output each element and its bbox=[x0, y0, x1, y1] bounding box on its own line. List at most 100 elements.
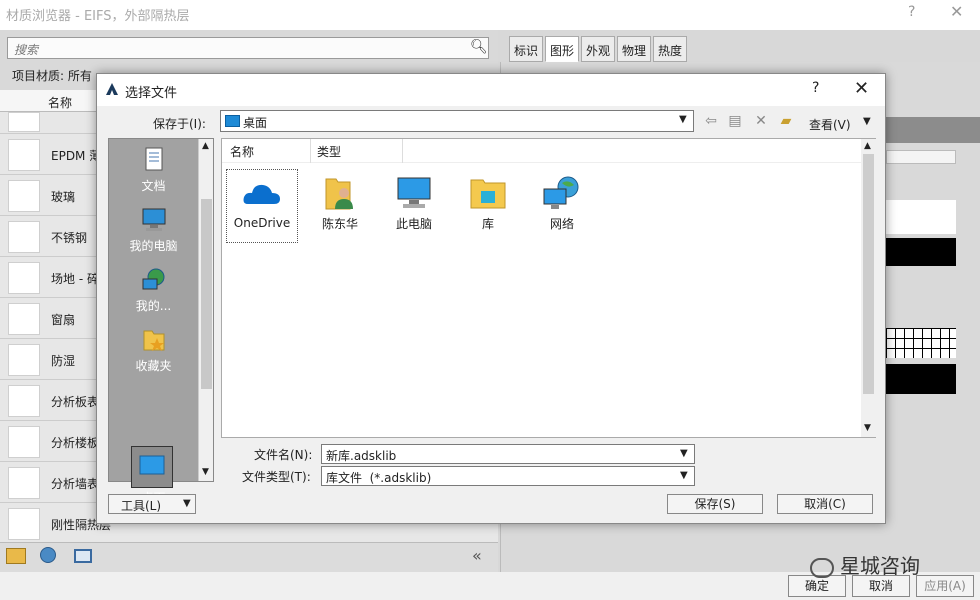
place-my-network[interactable]: 我的... bbox=[109, 267, 198, 314]
help-button[interactable]: ? bbox=[812, 80, 819, 96]
desktop-icon bbox=[225, 115, 240, 127]
file-list: 名称 类型 OneDrive 陈东华 此电脑 库 网络 ▲ ▼ bbox=[221, 138, 876, 438]
scrollbar-thumb[interactable] bbox=[201, 199, 212, 389]
material-swatch bbox=[8, 385, 40, 417]
desktop-icon bbox=[139, 455, 165, 475]
wechat-icon bbox=[810, 557, 834, 578]
surface-pattern[interactable] bbox=[886, 328, 956, 358]
column-separator[interactable] bbox=[310, 139, 311, 163]
file-item-library[interactable]: 库 bbox=[452, 169, 524, 243]
back-icon[interactable]: ⇦ bbox=[701, 113, 721, 133]
tab-appearance[interactable]: 外观 bbox=[581, 36, 616, 62]
watermark-text: 星城咨询 bbox=[840, 554, 920, 578]
view-list-icon[interactable] bbox=[74, 549, 92, 563]
tab-graphics[interactable]: 图形 bbox=[545, 36, 580, 62]
save-button[interactable]: 保存(S) bbox=[667, 494, 763, 514]
cut-pattern-swatch[interactable] bbox=[886, 364, 956, 394]
scroll-up-icon[interactable]: ▲ bbox=[864, 141, 871, 151]
chevron-down-icon[interactable]: ▼ bbox=[680, 470, 688, 481]
places-scrollbar[interactable]: ▲ ▼ bbox=[198, 139, 213, 481]
collapse-icon[interactable]: « bbox=[472, 546, 482, 565]
file-label: 库 bbox=[481, 217, 494, 231]
file-name-label: 文件名(N): bbox=[254, 448, 313, 462]
dialog-title-bar: 选择文件 ? ✕ bbox=[97, 74, 885, 106]
chevron-down-icon[interactable]: ▼ bbox=[863, 116, 871, 127]
column-name-header[interactable]: 名称 bbox=[48, 94, 72, 111]
search-icon[interactable]: 🔍︎ bbox=[470, 39, 488, 55]
tools-label: 工具(L) bbox=[121, 499, 162, 513]
file-item-user[interactable]: 陈东华 bbox=[304, 169, 376, 243]
file-name-input[interactable]: 新库.adsklib ▼ bbox=[321, 444, 695, 464]
place-label: 我的... bbox=[135, 299, 172, 313]
computer-icon bbox=[397, 177, 431, 208]
window-title: 材质浏览器 - EIFS，外部隔热层 bbox=[6, 9, 190, 24]
material-swatch bbox=[8, 508, 40, 540]
delete-icon[interactable]: ✕ bbox=[751, 113, 771, 133]
chevron-down-icon[interactable]: ▼ bbox=[680, 448, 688, 459]
file-type-dropdown[interactable]: 库文件 (*.adsklib) ▼ bbox=[321, 466, 695, 486]
scroll-down-icon[interactable]: ▼ bbox=[864, 423, 871, 433]
title-bar: 材质浏览器 - EIFS，外部隔热层 ? ✕ bbox=[0, 0, 980, 30]
tab-thermal[interactable]: 热度 bbox=[653, 36, 688, 62]
color-swatch[interactable] bbox=[886, 117, 980, 143]
select-file-dialog: 选择文件 ? ✕ 保存于(I): 桌面 ▼ ⇦ ▤ ✕ ▰ 查看(V) ▼ 文档… bbox=[96, 73, 886, 524]
save-in-value: 桌面 bbox=[243, 116, 268, 130]
place-my-computer[interactable]: 我的电脑 bbox=[109, 207, 198, 254]
computer-icon bbox=[142, 208, 165, 231]
onedrive-cloud-icon bbox=[243, 184, 280, 204]
favorites-folder-icon bbox=[143, 330, 164, 351]
dialog-title: 选择文件 bbox=[125, 86, 178, 101]
scroll-down-icon[interactable]: ▼ bbox=[202, 467, 209, 477]
scrollbar-thumb[interactable] bbox=[863, 154, 874, 394]
material-name: 防湿 bbox=[51, 354, 76, 368]
material-name: 分析板表 bbox=[51, 395, 100, 409]
file-type-label: 文件类型(T): bbox=[242, 470, 311, 484]
file-label: 网络 bbox=[549, 217, 574, 231]
chevron-down-icon[interactable]: ▼ bbox=[679, 114, 687, 125]
library-icon[interactable] bbox=[6, 548, 26, 564]
close-button[interactable]: ✕ bbox=[854, 78, 869, 99]
help-button[interactable]: ? bbox=[908, 4, 915, 20]
apply-button[interactable]: 应用(A) bbox=[916, 575, 974, 597]
new-folder-icon[interactable]: ▰ bbox=[776, 113, 796, 133]
up-folder-icon[interactable]: ▤ bbox=[725, 113, 745, 133]
tools-button[interactable]: 工具(L) ▼ bbox=[108, 494, 196, 514]
transparency-field[interactable] bbox=[886, 150, 956, 164]
save-in-dropdown[interactable]: 桌面 ▼ bbox=[220, 110, 694, 132]
column-name-header[interactable]: 名称 bbox=[230, 143, 254, 160]
pattern-swatch-white[interactable] bbox=[886, 200, 956, 234]
material-swatch bbox=[8, 262, 40, 294]
material-swatch bbox=[8, 303, 40, 335]
search-input[interactable]: 搜索 🔍︎ bbox=[7, 37, 489, 59]
close-button[interactable]: ✕ bbox=[950, 2, 963, 21]
place-favorites[interactable]: 收藏夹 bbox=[109, 327, 198, 374]
cancel-button[interactable]: 取消(C) bbox=[777, 494, 873, 514]
places-list: 文档 我的电脑 我的... 收藏夹 桌面 bbox=[109, 139, 198, 505]
tab-identity[interactable]: 标识 bbox=[509, 36, 544, 62]
file-item-network[interactable]: 网络 bbox=[526, 169, 598, 243]
file-item-this-pc[interactable]: 此电脑 bbox=[378, 169, 450, 243]
material-swatch bbox=[8, 221, 40, 253]
file-item-onedrive[interactable]: OneDrive bbox=[226, 169, 298, 243]
network-globe-icon bbox=[142, 268, 164, 290]
tab-physical[interactable]: 物理 bbox=[617, 36, 652, 62]
library-toolbar: « bbox=[0, 542, 498, 572]
material-name: 窗扇 bbox=[51, 313, 76, 327]
column-type-header[interactable]: 类型 bbox=[317, 143, 341, 160]
project-materials-filter[interactable]: 项目材质: 所有 bbox=[12, 67, 92, 84]
place-desktop-selected[interactable] bbox=[131, 446, 173, 488]
add-material-icon[interactable] bbox=[40, 547, 56, 563]
view-menu[interactable]: 查看(V) bbox=[809, 116, 851, 133]
scroll-up-icon[interactable]: ▲ bbox=[202, 141, 209, 151]
column-separator[interactable] bbox=[402, 139, 403, 163]
material-name: 玻璃 bbox=[51, 190, 76, 204]
file-list-scrollbar[interactable]: ▲ ▼ bbox=[861, 139, 876, 437]
user-folder-icon bbox=[325, 178, 353, 210]
search-placeholder: 搜索 bbox=[14, 43, 39, 57]
pattern-swatch-black[interactable] bbox=[886, 238, 956, 266]
material-name: 分析墙表 bbox=[51, 477, 100, 491]
library-folder-icon bbox=[470, 179, 506, 209]
place-documents[interactable]: 文档 bbox=[109, 147, 198, 194]
chevron-down-icon[interactable]: ▼ bbox=[183, 498, 191, 509]
material-name: 场地 - 碎 bbox=[51, 272, 99, 286]
